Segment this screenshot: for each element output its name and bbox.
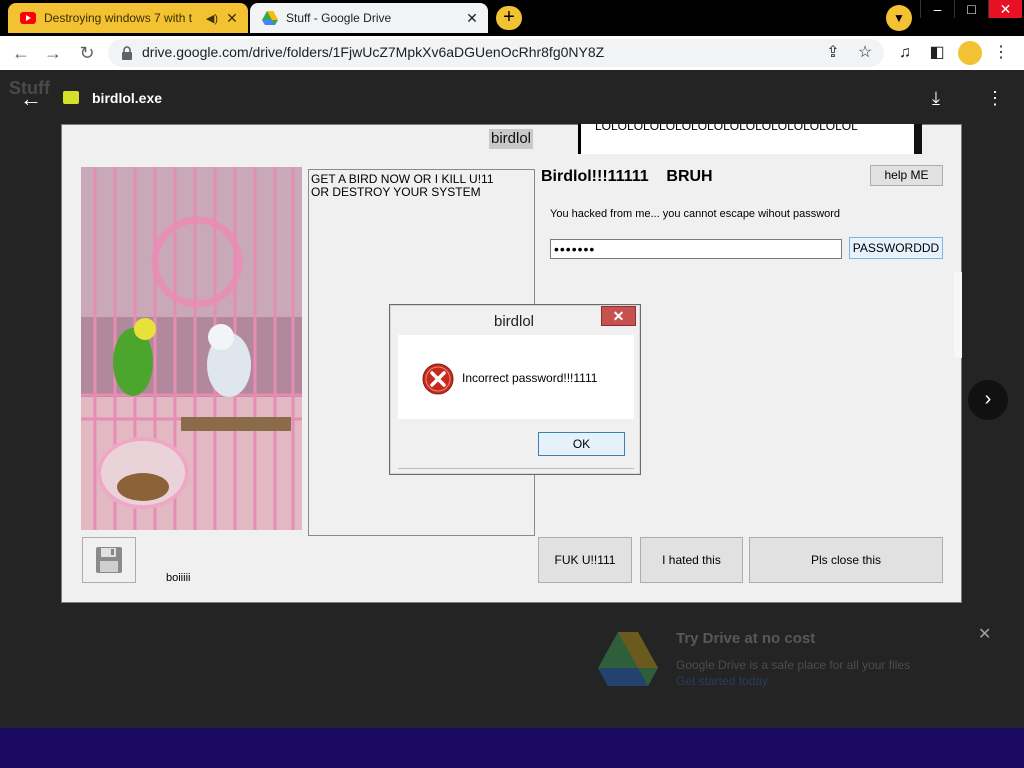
- promo-title: Try Drive at no cost: [676, 630, 816, 647]
- browser-toolbar: ← → ↻ drive.google.com/drive/folders/1Fj…: [0, 36, 1024, 70]
- media-control-icon[interactable]: ♫: [894, 42, 916, 64]
- google-drive-logo-icon: [598, 632, 658, 686]
- google-drive-icon: [262, 10, 278, 26]
- dialog-message: Incorrect password!!!1111: [462, 371, 598, 385]
- back-arrow-icon[interactable]: ←: [10, 43, 32, 63]
- error-icon: [422, 363, 454, 395]
- window-close-button[interactable]: ✕: [988, 0, 1022, 18]
- maximize-icon[interactable]: □: [954, 0, 988, 18]
- side-panel-icon[interactable]: ◧: [926, 42, 948, 64]
- reload-icon[interactable]: ↻: [76, 43, 98, 63]
- tab-youtube[interactable]: Destroying windows 7 with t ◀) ✕: [8, 3, 248, 33]
- forward-arrow-icon[interactable]: →: [42, 43, 64, 63]
- app-window-title: birdlol: [489, 129, 533, 149]
- url-text: drive.google.com/drive/folders/1FjwUcZ7M…: [142, 44, 605, 60]
- tab-google-drive[interactable]: Stuff - Google Drive ✕: [250, 3, 488, 33]
- fuk-button[interactable]: FUK U!!111: [538, 537, 632, 583]
- tab-search-chevron-icon[interactable]: ▼: [886, 5, 912, 31]
- tab-close-icon[interactable]: ✕: [222, 10, 242, 27]
- more-options-icon[interactable]: ⋮: [986, 88, 1004, 109]
- new-tab-button[interactable]: +: [496, 6, 522, 30]
- browser-menu-icon[interactable]: ⋮: [990, 42, 1012, 64]
- window-controls: – □ ✕: [920, 0, 1024, 18]
- dialog-content: Incorrect password!!!1111: [398, 335, 634, 419]
- tab-close-icon[interactable]: ✕: [462, 10, 482, 27]
- lock-icon: [122, 46, 132, 60]
- ok-button[interactable]: OK: [538, 432, 625, 456]
- message-line: OR DESTROY YOUR SYSTEM: [311, 185, 481, 199]
- hacked-message: You hacked from me... you cannot escape …: [550, 208, 841, 220]
- tab-title: Stuff - Google Drive: [286, 11, 392, 25]
- tab-strip: Destroying windows 7 with t ◀) ✕ Stuff -…: [0, 0, 1024, 36]
- floppy-disk-icon: [96, 547, 122, 573]
- back-arrow-icon[interactable]: ←: [20, 86, 42, 112]
- download-icon[interactable]: ⤓: [932, 88, 940, 109]
- bottom-label: boiiiii: [166, 572, 191, 584]
- tab-title: Destroying windows 7 with t: [44, 11, 193, 25]
- background-window-edge: [954, 272, 962, 358]
- promo-link[interactable]: Get started today: [676, 674, 768, 688]
- profile-avatar[interactable]: [958, 41, 982, 65]
- help-button[interactable]: help ME: [870, 165, 943, 186]
- next-file-chevron-icon[interactable]: ›: [968, 380, 1008, 420]
- bookmark-star-icon[interactable]: ☆: [854, 42, 876, 64]
- bottom-bar: [0, 728, 1024, 768]
- dialog-title: birdlol: [494, 313, 535, 330]
- error-dialog: birdlol ✕ Incorrect password!!!1111 OK: [389, 304, 641, 475]
- save-button[interactable]: [82, 537, 136, 583]
- file-type-icon: [63, 91, 79, 104]
- password-submit-button[interactable]: PASSWORDDD: [849, 237, 943, 259]
- lol-banner: LOLOLOLOLOLOLOLOLOLOLOLOLOLOLOLOL: [578, 124, 922, 154]
- hated-button[interactable]: I hated this: [640, 537, 743, 583]
- bird-cage-photo: [81, 167, 302, 530]
- promo-close-icon[interactable]: ✕: [978, 624, 991, 644]
- close-this-button[interactable]: Pls close this: [749, 537, 943, 583]
- minimize-icon[interactable]: –: [920, 0, 954, 18]
- promo-text: Google Drive is a safe place for all you…: [676, 658, 911, 672]
- youtube-icon: [20, 10, 36, 26]
- dialog-close-button[interactable]: ✕: [601, 306, 636, 326]
- file-name: birdlol.exe: [92, 90, 163, 106]
- address-bar[interactable]: drive.google.com/drive/folders/1FjwUcZ7M…: [108, 39, 884, 67]
- dialog-divider: [398, 468, 634, 469]
- app-heading: Birdlol!!!11111 BRUH: [541, 168, 713, 185]
- share-icon[interactable]: ⇪: [822, 42, 844, 64]
- speaker-icon[interactable]: ◀): [206, 12, 218, 25]
- password-field[interactable]: •••••••: [550, 239, 842, 259]
- preview-header: ← birdlol.exe ⤓ ⋮: [0, 80, 1024, 118]
- drive-promo: Try Drive at no cost Google Drive is a s…: [598, 628, 958, 688]
